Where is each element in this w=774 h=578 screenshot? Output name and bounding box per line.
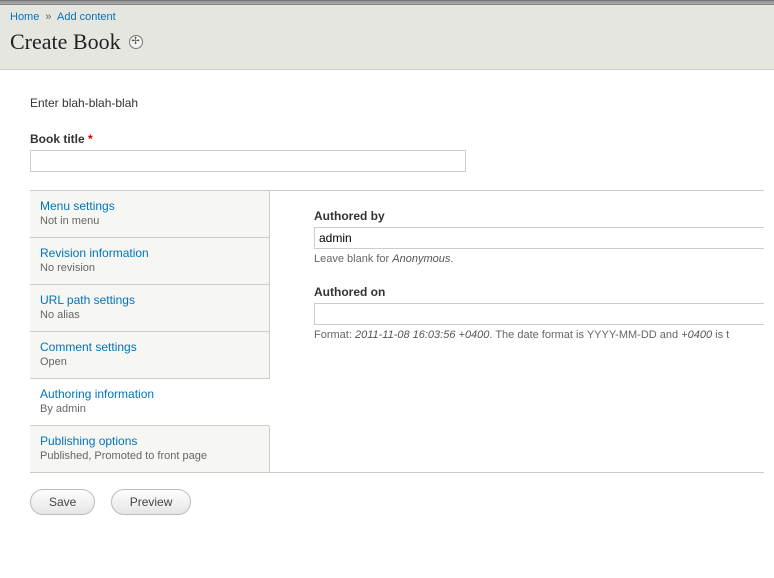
tab-authoring-information[interactable]: Authoring information By admin xyxy=(30,379,270,426)
intro-text: Enter blah-blah-blah xyxy=(30,96,764,110)
authored-on-label: Authored on xyxy=(314,285,764,299)
header-region: Home » Add content Create Book ✢ xyxy=(0,5,774,70)
tab-title: Publishing options xyxy=(40,434,259,448)
save-button[interactable]: Save xyxy=(30,489,95,515)
breadcrumb-addcontent-link[interactable]: Add content xyxy=(57,11,116,23)
tab-publishing-options[interactable]: Publishing options Published, Promoted t… xyxy=(30,426,270,472)
tab-subtitle: Published, Promoted to front page xyxy=(40,450,259,462)
tab-menu-settings[interactable]: Menu settings Not in menu xyxy=(30,191,270,238)
form-actions: Save Preview xyxy=(30,489,764,515)
hint-text: Leave blank for xyxy=(314,253,392,265)
preview-button[interactable]: Preview xyxy=(111,489,192,515)
vertical-tabs-wrapper: Menu settings Not in menu Revision infor… xyxy=(30,190,764,473)
tab-title: Revision information xyxy=(40,246,259,260)
tab-subtitle: Not in menu xyxy=(40,215,259,227)
authored-on-hint: Format: 2011-11-08 16:03:56 +0400. The d… xyxy=(314,329,764,341)
tab-revision-information[interactable]: Revision information No revision xyxy=(30,238,270,285)
tab-title: URL path settings xyxy=(40,293,259,307)
breadcrumb: Home » Add content xyxy=(10,11,764,23)
title-label: Book title * xyxy=(30,132,764,146)
title-input[interactable] xyxy=(30,150,466,172)
tab-title: Menu settings xyxy=(40,199,259,213)
tab-title: Authoring information xyxy=(40,387,259,401)
authored-by-hint: Leave blank for Anonymous. xyxy=(314,253,764,265)
hint-text: . xyxy=(450,253,453,265)
tab-subtitle: By admin xyxy=(40,403,259,415)
tab-pane-authoring: Authored by Leave blank for Anonymous. A… xyxy=(270,191,764,472)
hint-em: 2011-11-08 16:03:56 +0400 xyxy=(355,329,489,341)
title-field: Book title * xyxy=(30,132,764,172)
vertical-tabs-list: Menu settings Not in menu Revision infor… xyxy=(30,191,270,472)
hint-em: +0400 xyxy=(681,329,712,341)
page-title: Create Book xyxy=(10,29,121,55)
hint-em: Anonymous xyxy=(392,253,450,265)
required-marker: * xyxy=(88,132,93,146)
authored-by-label: Authored by xyxy=(314,209,764,223)
title-label-text: Book title xyxy=(30,132,85,146)
authored-on-input[interactable] xyxy=(314,303,764,325)
page-title-row: Create Book ✢ xyxy=(10,29,764,55)
hint-text: Format: xyxy=(314,329,355,341)
authored-by-input[interactable] xyxy=(314,227,764,249)
breadcrumb-separator: » xyxy=(45,11,51,23)
tab-subtitle: No alias xyxy=(40,309,259,321)
authored-by-field: Authored by Leave blank for Anonymous. xyxy=(314,209,764,265)
breadcrumb-home-link[interactable]: Home xyxy=(10,11,39,23)
tab-url-path-settings[interactable]: URL path settings No alias xyxy=(30,285,270,332)
tab-subtitle: No revision xyxy=(40,262,259,274)
gear-icon[interactable]: ✢ xyxy=(129,35,143,49)
hint-text: . The date format is YYYY-MM-DD and xyxy=(489,329,681,341)
tab-comment-settings[interactable]: Comment settings Open xyxy=(30,332,270,379)
content-area: Enter blah-blah-blah Book title * Menu s… xyxy=(0,70,774,525)
tab-title: Comment settings xyxy=(40,340,259,354)
hint-text: is t xyxy=(712,329,729,341)
tab-subtitle: Open xyxy=(40,356,259,368)
authored-on-field: Authored on Format: 2011-11-08 16:03:56 … xyxy=(314,285,764,341)
